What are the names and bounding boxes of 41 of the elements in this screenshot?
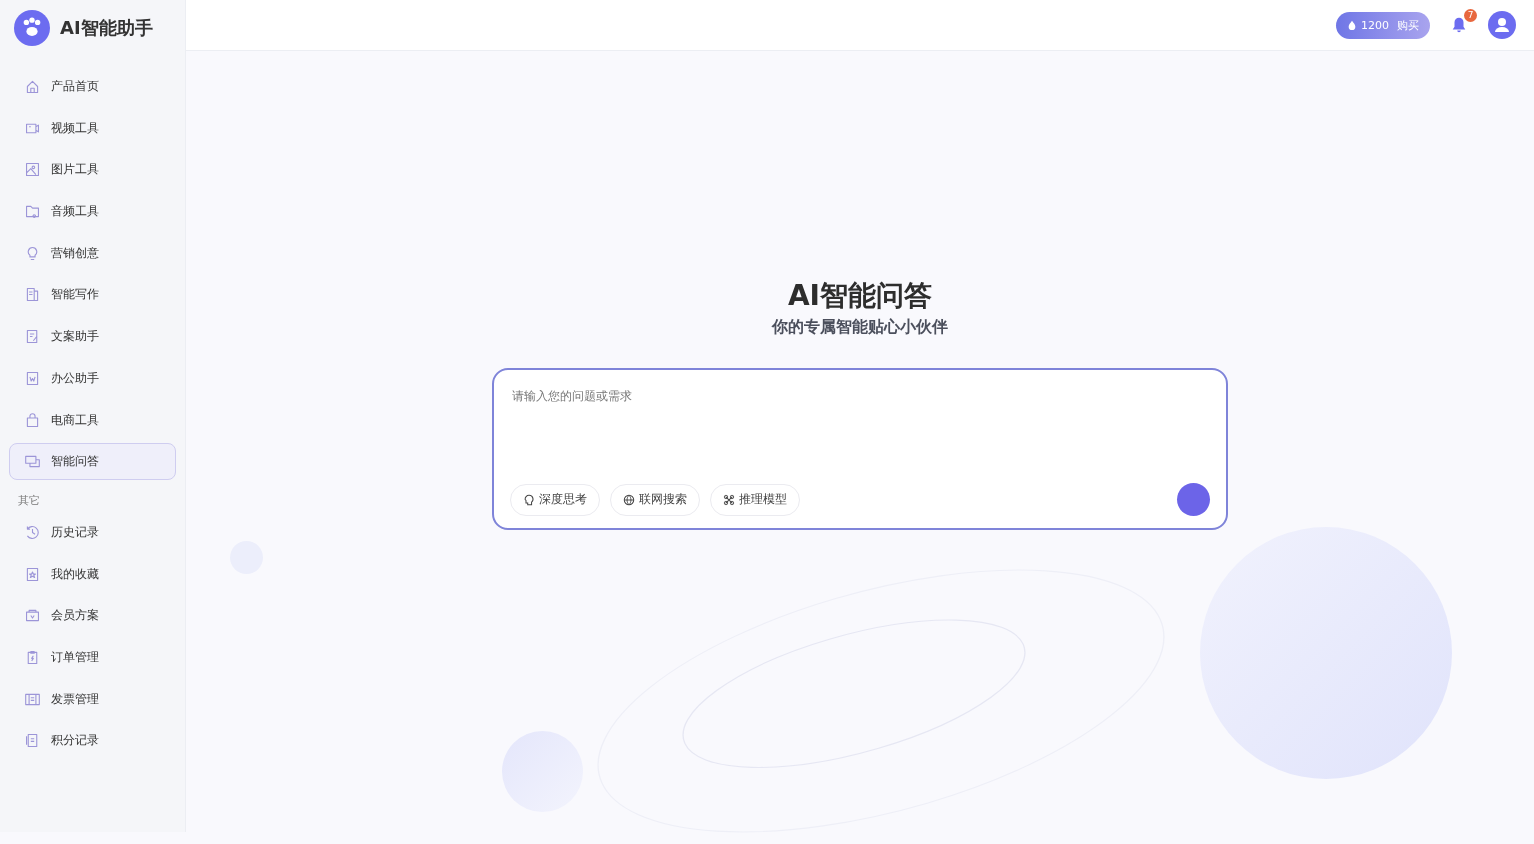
sidebar-item[interactable]: 文案助手 bbox=[9, 318, 176, 356]
sidebar-item[interactable]: 会员方案 bbox=[9, 597, 176, 635]
shopping-bag-icon bbox=[24, 411, 41, 429]
document-icon bbox=[24, 286, 41, 304]
flame-icon bbox=[1347, 20, 1357, 30]
user-avatar[interactable] bbox=[1488, 11, 1516, 39]
sidebar-item[interactable]: 图片工具 bbox=[9, 151, 176, 189]
star-document-icon bbox=[24, 565, 41, 583]
page-subtitle: 你的专属智能贴心小伙伴 bbox=[772, 317, 948, 338]
network-icon bbox=[723, 493, 735, 506]
word-document-icon bbox=[24, 369, 41, 387]
sidebar-item[interactable]: 营销创意 bbox=[9, 234, 176, 272]
sidebar-item[interactable]: 我的收藏 bbox=[9, 555, 176, 593]
sidebar-item[interactable]: 产品首页 bbox=[9, 68, 176, 105]
question-input-field[interactable]: 请输入您的问题或需求 bbox=[510, 370, 1210, 483]
sidebar-item[interactable]: 电商工具 bbox=[9, 401, 176, 439]
option-chip[interactable]: 联网搜索 bbox=[610, 483, 700, 516]
sidebar-item[interactable]: 办公助手 bbox=[9, 359, 176, 397]
sidebar-item[interactable]: 订单管理 bbox=[9, 638, 176, 676]
page-title: AI智能问答 bbox=[787, 278, 933, 314]
paw-logo-icon bbox=[14, 10, 50, 46]
history-icon bbox=[24, 523, 41, 541]
send-button[interactable] bbox=[1177, 483, 1210, 516]
sidebar-item[interactable]: 历史记录 bbox=[9, 513, 176, 551]
sidebar-item[interactable]: 音频工具 bbox=[9, 193, 176, 231]
sidebar-item[interactable]: 积分记录 bbox=[9, 722, 176, 760]
section-title: 其它 bbox=[17, 492, 41, 509]
globe-icon bbox=[623, 493, 635, 506]
app-title: AI智能助手 bbox=[60, 16, 153, 40]
sidebar-item[interactable]: 智能写作 bbox=[9, 276, 176, 314]
question-input-box[interactable]: 请输入您的问题或需求 深度思考 联网搜索 推理模型 bbox=[492, 368, 1228, 530]
sidebar-item[interactable]: 智能问答 bbox=[9, 443, 176, 481]
notification-badge: 7 bbox=[1464, 9, 1477, 22]
folder-icon bbox=[24, 203, 41, 221]
option-chip[interactable]: 推理模型 bbox=[710, 483, 800, 516]
sidebar-item[interactable]: 视频工具 bbox=[9, 109, 176, 147]
option-chip[interactable]: 深度思考 bbox=[510, 483, 600, 516]
house-icon bbox=[24, 78, 41, 95]
brain-icon bbox=[523, 493, 535, 506]
image-icon bbox=[24, 161, 41, 179]
sidebar-item[interactable]: 发票管理 bbox=[9, 680, 176, 718]
